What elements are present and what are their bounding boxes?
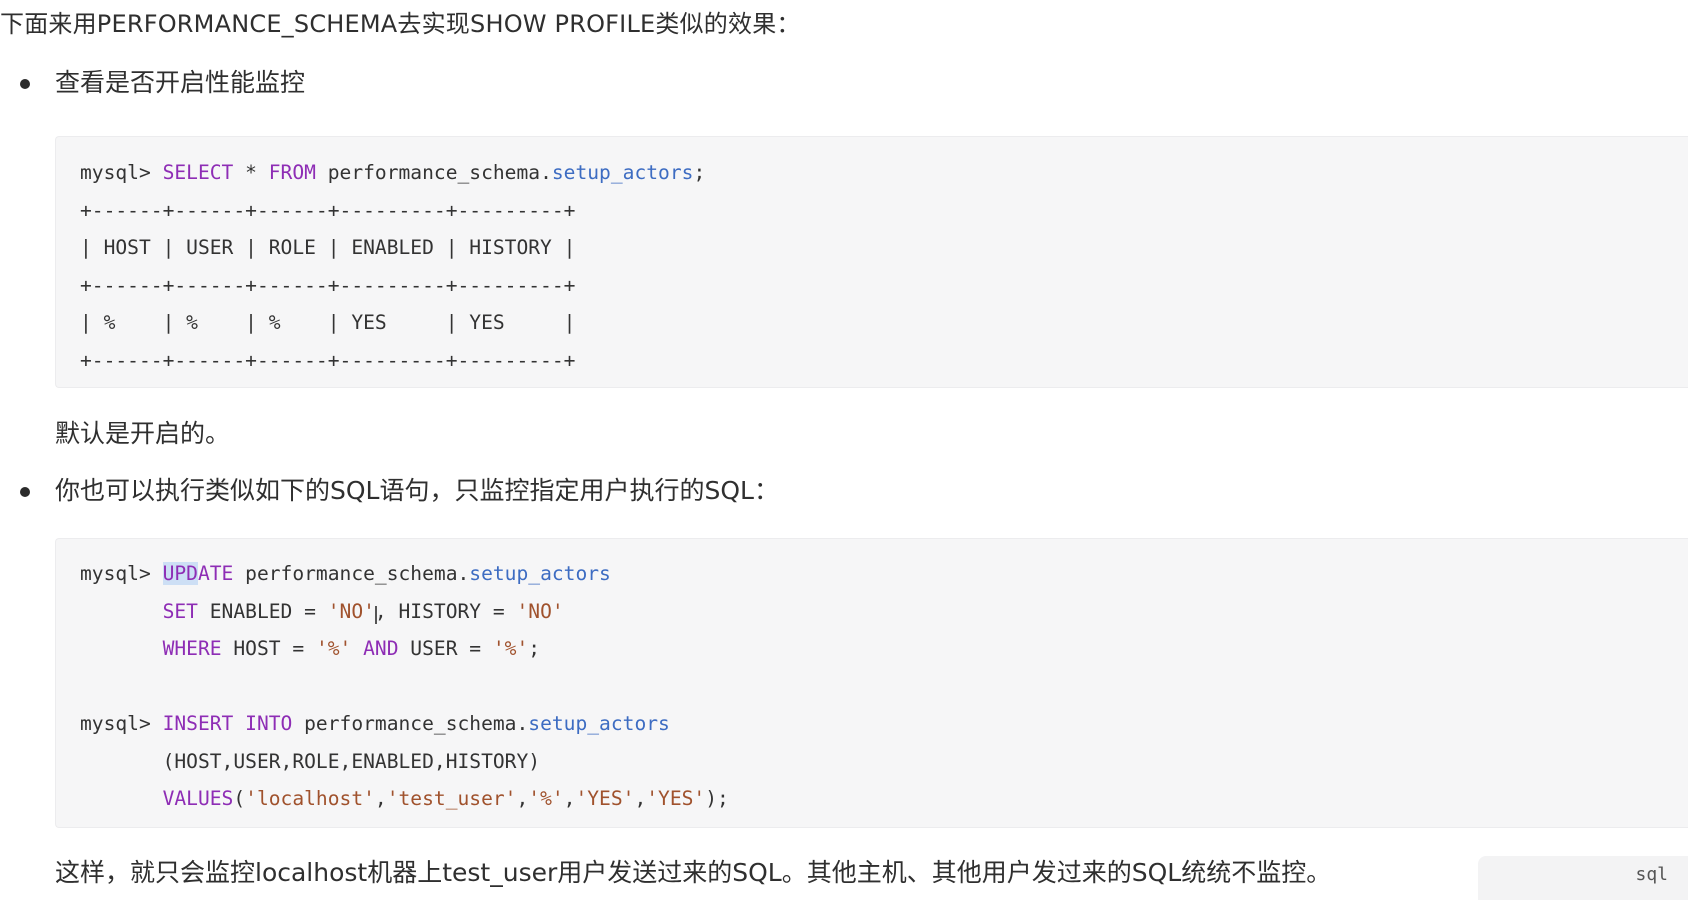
sql-string: 'test_user' [386, 787, 517, 810]
code-language-tag[interactable]: sql [1478, 856, 1688, 900]
sql-keyword: INTO [233, 712, 293, 735]
sql-token: * [233, 161, 269, 184]
code-block-update-insert[interactable]: mysql> UPDATE performance_schema.setup_a… [55, 538, 1688, 828]
sql-string: 'YES' [646, 787, 706, 810]
code-line: mysql> SELECT * FROM performance_schema.… [80, 158, 705, 188]
table-border: +------+------+------+---------+--------… [80, 199, 576, 222]
bullet-icon [20, 487, 30, 497]
sql-string: 'localhost' [245, 787, 375, 810]
sql-keyword-selected[interactable]: UPD [162, 562, 198, 585]
intro-text: 下面来用PERFORMANCE_SCHEMA去实现SHOW PROFILE类似的… [0, 10, 801, 38]
code-line: mysql> INSERT INTO performance_schema.se… [80, 709, 670, 739]
sql-keyword: ATE [197, 562, 234, 585]
code-language-label: sql [1635, 864, 1668, 885]
sql-token: ( [233, 787, 246, 810]
sql-token: ; [693, 161, 706, 184]
text-cursor-position: , [374, 600, 387, 624]
sql-prompt: mysql> [80, 161, 163, 184]
code-block-select[interactable]: mysql> SELECT * FROM performance_schema.… [55, 136, 1688, 388]
sql-token: ENABLED = [197, 600, 328, 623]
sql-keyword: INSERT [162, 712, 234, 735]
sql-token: , [516, 787, 529, 810]
sql-table-name: setup_actors [551, 161, 694, 184]
sql-string: '%' [528, 787, 564, 810]
table-border: +------+------+------+---------+--------… [80, 349, 576, 372]
sql-keyword: SELECT [162, 161, 234, 184]
sql-keyword: SET [162, 600, 198, 623]
sql-token: USER = [398, 637, 493, 660]
sql-token: performance_schema. [233, 562, 470, 585]
sql-string: 'NO' [516, 600, 564, 623]
code-line: SET ENABLED = 'NO', HISTORY = 'NO' [80, 597, 564, 627]
sql-token: ); [705, 787, 729, 810]
sql-keyword: AND [351, 637, 399, 660]
code-line: VALUES('localhost','test_user','%','YES'… [80, 784, 729, 814]
footer-note: 这样，就只会监控localhost机器上test_user用户发送过来的SQL。… [55, 858, 1332, 887]
sql-token: HISTORY = [386, 600, 517, 623]
sql-string: '%' [315, 637, 352, 660]
table-data-row: | % | % | % | YES | YES | [80, 311, 576, 334]
sql-prompt: mysql> [80, 562, 163, 585]
bullet-text: 你也可以执行类似如下的SQL语句，只监控指定用户执行的SQL： [55, 476, 779, 505]
sql-token: performance_schema. [292, 712, 529, 735]
sql-prompt: mysql> [80, 712, 163, 735]
sql-token: ; [528, 637, 541, 660]
sql-column-list: (HOST,USER,ROLE,ENABLED,HISTORY) [162, 750, 541, 773]
sql-string: 'NO' [327, 600, 375, 623]
sql-token: , [634, 787, 647, 810]
sql-token: performance_schema. [315, 161, 552, 184]
sql-keyword: WHERE [162, 637, 222, 660]
text-cursor-icon [374, 606, 377, 624]
code-line: (HOST,USER,ROLE,ENABLED,HISTORY) [80, 747, 541, 777]
code-line: mysql> UPDATE performance_schema.setup_a… [80, 559, 611, 589]
sql-token: , [374, 787, 387, 810]
sql-table-name: setup_actors [469, 562, 611, 585]
sql-table-name: setup_actors [528, 712, 670, 735]
sql-string: '%' [492, 637, 529, 660]
bullet-icon [20, 79, 30, 89]
sql-token: HOST = [221, 637, 316, 660]
sql-keyword: FROM [268, 161, 316, 184]
default-note: 默认是开启的。 [55, 419, 231, 448]
sql-token: , [563, 787, 576, 810]
sql-keyword: VALUES [162, 787, 234, 810]
code-line: WHERE HOST = '%' AND USER = '%'; [80, 634, 541, 664]
bullet-text: 查看是否开启性能监控 [55, 68, 306, 97]
sql-string: 'YES' [575, 787, 635, 810]
table-header-row: | HOST | USER | ROLE | ENABLED | HISTORY… [80, 236, 576, 259]
table-border: +------+------+------+---------+--------… [80, 274, 576, 297]
